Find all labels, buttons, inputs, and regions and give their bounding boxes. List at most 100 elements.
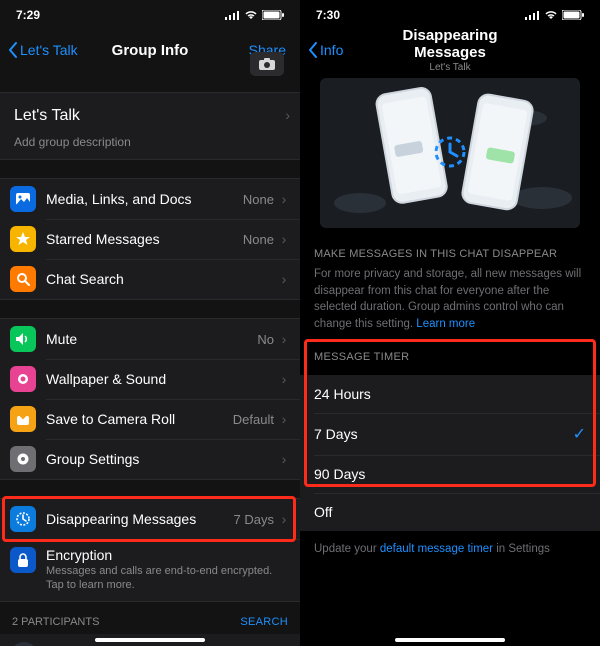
home-indicator[interactable] — [395, 638, 505, 642]
section-settings: Mute No › Wallpaper & Sound › Save to Ca… — [0, 318, 300, 480]
signal-icon — [525, 10, 540, 20]
chevron-right-icon: › — [278, 331, 290, 347]
search-icon — [10, 266, 36, 292]
download-icon — [10, 406, 36, 432]
row-label: Starred Messages — [46, 231, 243, 247]
row-encryption[interactable]: Encryption Messages and calls are end-to… — [0, 539, 300, 601]
row-value: No — [257, 332, 274, 347]
chevron-left-icon — [308, 42, 318, 58]
wallpaper-icon — [10, 366, 36, 392]
group-name: Let's Talk — [14, 107, 286, 125]
encryption-title: Encryption — [46, 547, 112, 563]
learn-more-link[interactable]: Learn more — [416, 318, 475, 330]
camera-button[interactable] — [250, 52, 284, 76]
chevron-right-icon: › — [278, 271, 290, 287]
row-label: Group Settings — [46, 451, 278, 467]
signal-icon — [225, 10, 240, 20]
back-label: Let's Talk — [20, 42, 78, 58]
option-label: Off — [314, 504, 332, 520]
row-group-settings[interactable]: Group Settings › — [0, 439, 300, 479]
row-label: Save to Camera Roll — [46, 411, 233, 427]
row-value: None — [243, 232, 274, 247]
nav-subtitle: Let's Talk — [378, 62, 522, 73]
timer-option-off[interactable]: Off — [300, 493, 600, 531]
wifi-icon — [244, 10, 258, 20]
row-media[interactable]: Media, Links, and Docs None › — [0, 179, 300, 219]
chevron-right-icon: › — [278, 191, 290, 207]
group-description[interactable]: Add group description — [14, 135, 286, 149]
nav-title: Group Info — [78, 42, 222, 59]
row-label: Media, Links, and Docs — [46, 191, 243, 207]
chevron-left-icon — [8, 42, 18, 58]
option-label: 24 Hours — [314, 386, 371, 402]
explain-heading: MAKE MESSAGES IN THIS CHAT DISAPPEAR — [300, 234, 600, 266]
timer-option-90d[interactable]: 90 Days — [300, 455, 600, 493]
option-label: 90 Days — [314, 466, 365, 482]
chevron-right-icon: › — [278, 231, 290, 247]
status-time: 7:30 — [316, 8, 340, 22]
back-button[interactable]: Let's Talk — [8, 42, 78, 58]
battery-icon — [262, 10, 284, 20]
timer-option-24h[interactable]: 24 Hours — [300, 375, 600, 413]
explain-body: For more privacy and storage, all new me… — [300, 266, 600, 337]
illustration — [320, 78, 580, 228]
row-mute[interactable]: Mute No › — [0, 319, 300, 359]
participants-count: 2 PARTICIPANTS — [12, 616, 99, 628]
timer-options: 24 Hours 7 Days ✓ 90 Days Off — [300, 375, 600, 531]
wifi-icon — [544, 10, 558, 20]
timer-header: MESSAGE TIMER — [300, 337, 600, 367]
row-label: Chat Search — [46, 271, 278, 287]
section-privacy: Disappearing Messages 7 Days › Encryptio… — [0, 498, 300, 602]
participants-header: 2 PARTICIPANTS SEARCH — [0, 602, 300, 634]
footer-note: Update your default message timer in Set… — [300, 531, 600, 567]
status-bar: 7:30 — [300, 0, 600, 30]
footer-post: in Settings — [493, 543, 550, 555]
chevron-right-icon: › — [278, 371, 290, 387]
timer-option-7d[interactable]: 7 Days ✓ — [300, 413, 600, 455]
status-icons — [225, 10, 284, 20]
option-label: 7 Days — [314, 426, 358, 442]
home-indicator[interactable] — [95, 638, 205, 642]
row-disappearing[interactable]: Disappearing Messages 7 Days › — [0, 499, 300, 539]
row-value: Default — [233, 412, 274, 427]
encryption-sub: Messages and calls are end-to-end encryp… — [46, 565, 290, 593]
star-icon — [10, 226, 36, 252]
gear-icon — [10, 446, 36, 472]
back-button[interactable]: Info — [308, 42, 378, 58]
timer-icon — [10, 506, 36, 532]
row-label: Mute — [46, 331, 257, 347]
chevron-right-icon: › — [278, 451, 290, 467]
nav-bar: Info Disappearing Messages Let's Talk — [300, 30, 600, 70]
phone-disappearing-messages: 7:30 Info Disappearing Messages Let's Ta… — [300, 0, 600, 646]
phone-group-info: 7:29 Let's Talk Group Info Share Let's T… — [0, 0, 300, 646]
row-chat-search[interactable]: Chat Search › — [0, 259, 300, 299]
camera-icon — [259, 58, 275, 70]
photo-icon — [10, 186, 36, 212]
default-timer-link[interactable]: default message timer — [380, 543, 493, 555]
row-value: None — [243, 192, 274, 207]
row-label: Disappearing Messages — [46, 511, 234, 527]
participants-search[interactable]: SEARCH — [240, 616, 288, 628]
row-label: Wallpaper & Sound — [46, 371, 278, 387]
footer-pre: Update your — [314, 543, 380, 555]
row-label: Encryption Messages and calls are end-to… — [46, 547, 290, 593]
battery-icon — [562, 10, 584, 20]
row-starred[interactable]: Starred Messages None › — [0, 219, 300, 259]
plus-icon: + — [10, 642, 38, 646]
speaker-icon — [10, 326, 36, 352]
chevron-right-icon: › — [278, 411, 290, 427]
status-time: 7:29 — [16, 8, 40, 22]
chevron-right-icon: › — [285, 107, 290, 123]
lock-icon — [10, 547, 36, 573]
section-media: Media, Links, and Docs None › Starred Me… — [0, 178, 300, 300]
row-value: 7 Days — [234, 512, 274, 527]
chevron-right-icon: › — [278, 511, 290, 527]
check-icon: ✓ — [573, 424, 586, 444]
status-icons — [525, 10, 584, 20]
nav-title-text: Disappearing Messages — [402, 27, 497, 61]
back-label: Info — [320, 42, 343, 58]
group-header[interactable]: Let's Talk › Add group description — [0, 92, 300, 160]
row-wallpaper[interactable]: Wallpaper & Sound › — [0, 359, 300, 399]
status-bar: 7:29 — [0, 0, 300, 30]
row-save-camera-roll[interactable]: Save to Camera Roll Default › — [0, 399, 300, 439]
